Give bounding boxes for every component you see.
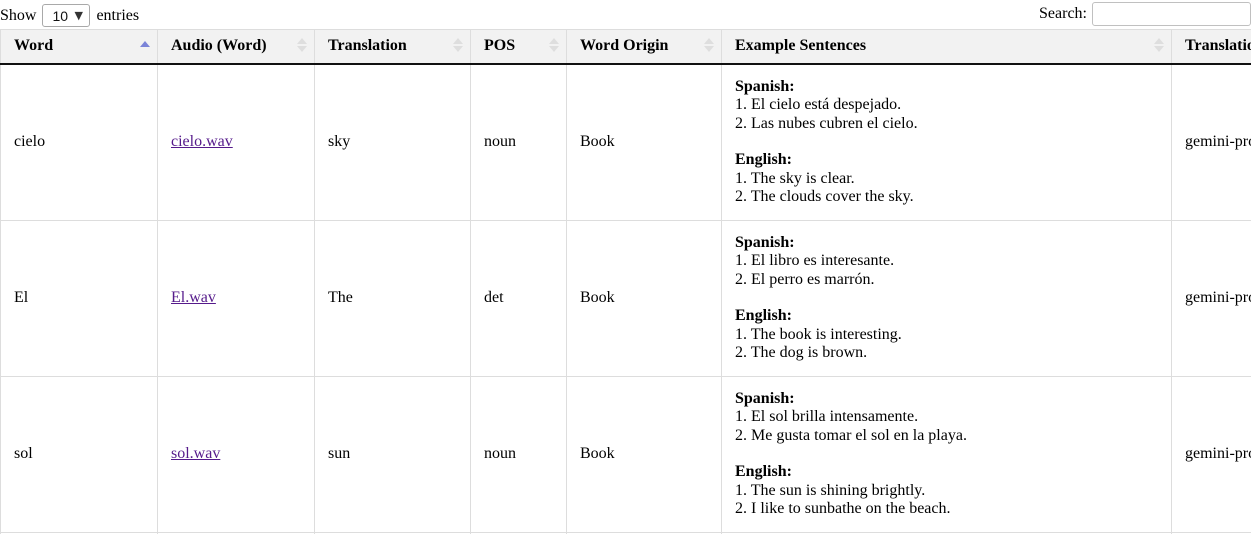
spanish-heading: Spanish: xyxy=(735,77,795,95)
sort-none-icon xyxy=(704,38,714,54)
page-length-control: Show 10 ▼ entries xyxy=(0,4,139,27)
sort-none-icon xyxy=(549,38,559,54)
cell-example-sentences: Spanish: 1. El sol brilla intensamente. … xyxy=(721,376,1172,533)
sort-none-icon xyxy=(1154,38,1164,54)
search-label: Search: xyxy=(1039,5,1087,22)
page-length-select[interactable]: 10 ▼ xyxy=(42,4,91,27)
english-sentence: 2. The dog is brown. xyxy=(735,344,868,361)
show-label: Show xyxy=(0,6,37,24)
cell-audio: El.wav xyxy=(157,220,315,377)
column-header-pos[interactable]: POS xyxy=(470,29,567,65)
column-header-word[interactable]: Word xyxy=(0,29,158,65)
cell-translation-model: gemini-pro xyxy=(1171,220,1251,377)
table-header: Word Audio (Word) Translation POS Word O… xyxy=(0,29,1251,65)
cell-example-sentences: Spanish: 1. El cielo está despejado. 2. … xyxy=(721,63,1172,221)
table-row[interactable]: cielo cielo.wav sky noun Book Spanish: 1… xyxy=(0,63,1251,221)
english-sentence: 2. The clouds cover the sky. xyxy=(735,188,914,205)
column-header-example-sentences[interactable]: Example Sentences xyxy=(721,29,1172,65)
english-sentence: 1. The sun is shining brightly. xyxy=(735,481,926,499)
column-header-word-origin[interactable]: Word Origin xyxy=(566,29,722,65)
sort-none-icon xyxy=(297,38,307,54)
cell-pos: noun xyxy=(470,376,567,533)
audio-link[interactable]: sol.wav xyxy=(171,445,220,462)
table-body: cielo cielo.wav sky noun Book Spanish: 1… xyxy=(0,63,1251,534)
column-header-translation[interactable]: Translation xyxy=(314,29,471,65)
column-header-translation-model[interactable]: Translation Model xyxy=(1171,29,1251,65)
sort-ascending-icon xyxy=(140,41,150,51)
header-row: Word Audio (Word) Translation POS Word O… xyxy=(0,29,1251,65)
sort-none-icon xyxy=(453,38,463,54)
spanish-sentence: 1. El sol brilla intensamente. xyxy=(735,408,919,425)
column-label: Word xyxy=(14,37,54,55)
chevron-down-icon: ▼ xyxy=(74,8,83,22)
cell-word-origin: Book xyxy=(566,220,722,377)
table-controls: Show 10 ▼ entries Search: xyxy=(0,0,1251,29)
audio-link[interactable]: El.wav xyxy=(171,289,216,306)
english-heading: English: xyxy=(735,307,792,324)
column-label: Translation Model xyxy=(1185,37,1251,55)
english-sentence: 1. The book is interesting. xyxy=(735,325,902,343)
table-row[interactable]: El El.wav The det Book Spanish: 1. El li… xyxy=(0,220,1251,377)
spanish-sentence: 1. El libro es interesante. xyxy=(735,252,895,269)
cell-word: El xyxy=(0,220,158,377)
spanish-sentence: 2. El perro es marrón. xyxy=(735,270,875,288)
column-label: Translation xyxy=(328,37,407,55)
cell-translation-model: gemini-pro xyxy=(1171,63,1251,221)
cell-audio: sol.wav xyxy=(157,376,315,533)
datatable-page: Show 10 ▼ entries Search: Word Audio (Wo… xyxy=(0,0,1251,534)
search-input[interactable] xyxy=(1092,2,1251,26)
page-length-value: 10 xyxy=(52,7,69,24)
column-label: Word Origin xyxy=(580,37,669,55)
cell-translation: sun xyxy=(314,376,471,533)
column-label: Audio (Word) xyxy=(171,37,267,55)
english-heading: English: xyxy=(735,151,792,168)
cell-word: cielo xyxy=(0,63,158,221)
spanish-heading: Spanish: xyxy=(735,233,795,251)
column-label: POS xyxy=(484,37,516,55)
cell-translation: The xyxy=(314,220,471,377)
english-heading: English: xyxy=(735,463,792,480)
cell-translation: sky xyxy=(314,63,471,221)
cell-translation-model: gemini-pro xyxy=(1171,376,1251,533)
column-header-audio[interactable]: Audio (Word) xyxy=(157,29,315,65)
spanish-sentence: 2. Me gusta tomar el sol en la playa. xyxy=(735,426,967,444)
spanish-sentence: 2. Las nubes cubren el cielo. xyxy=(735,114,918,132)
audio-link[interactable]: cielo.wav xyxy=(171,133,233,150)
vocabulary-table: Word Audio (Word) Translation POS Word O… xyxy=(0,29,1251,534)
cell-word: sol xyxy=(0,376,158,533)
cell-example-sentences: Spanish: 1. El libro es interesante. 2. … xyxy=(721,220,1172,377)
cell-pos: det xyxy=(470,220,567,377)
cell-word-origin: Book xyxy=(566,63,722,221)
table-scroll-region[interactable]: Word Audio (Word) Translation POS Word O… xyxy=(0,29,1251,534)
cell-audio: cielo.wav xyxy=(157,63,315,221)
entries-label: entries xyxy=(96,6,140,24)
search-control: Search: xyxy=(1039,2,1251,26)
spanish-sentence: 1. El cielo está despejado. xyxy=(735,96,902,113)
cell-pos: noun xyxy=(470,63,567,221)
spanish-heading: Spanish: xyxy=(735,389,795,407)
column-label: Example Sentences xyxy=(735,37,867,55)
cell-word-origin: Book xyxy=(566,376,722,533)
table-row[interactable]: sol sol.wav sun noun Book Spanish: 1. El… xyxy=(0,376,1251,533)
english-sentence: 2. I like to sunbathe on the beach. xyxy=(735,500,951,517)
english-sentence: 1. The sky is clear. xyxy=(735,169,855,187)
